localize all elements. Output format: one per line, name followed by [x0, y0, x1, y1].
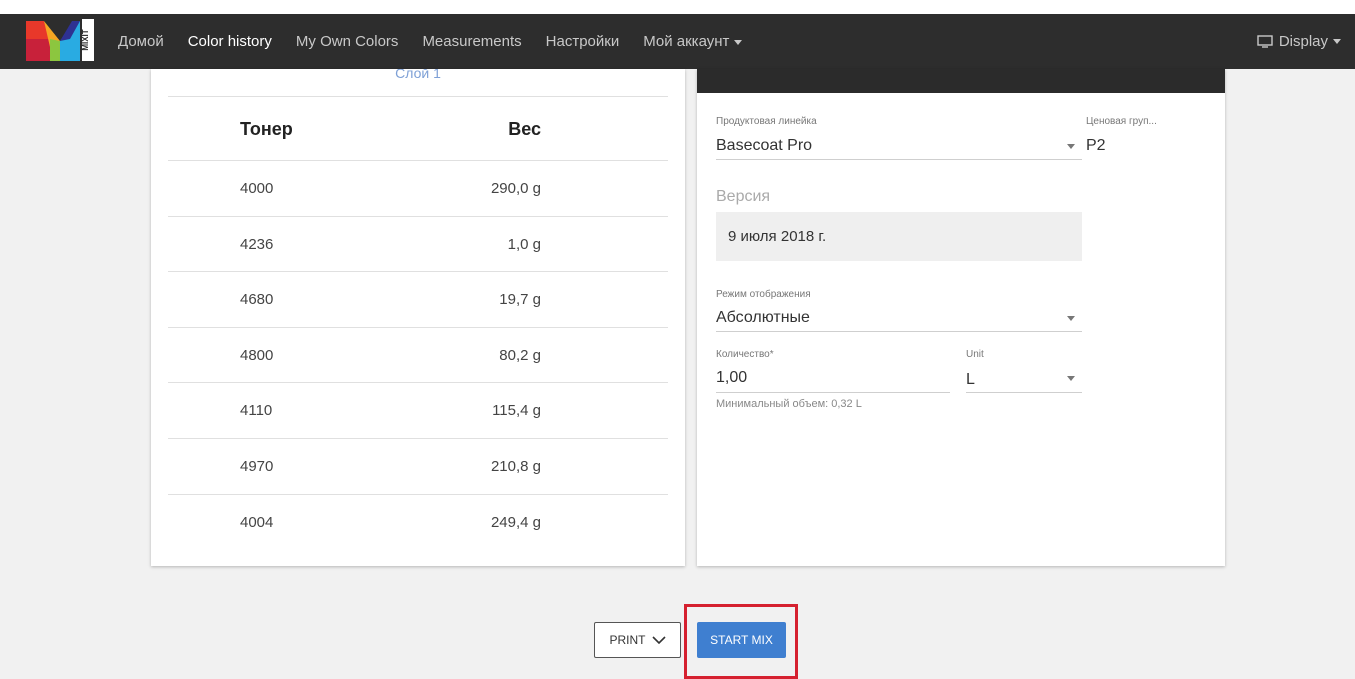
mixit-logo[interactable]: MIXIT: [26, 17, 94, 63]
table-row: 4236 1,0 g: [168, 217, 668, 273]
print-button[interactable]: PRINT: [594, 622, 681, 658]
field-underline: [966, 392, 1082, 393]
display-menu[interactable]: Display: [1257, 14, 1341, 69]
product-line-value: Basecoat Pro: [716, 137, 813, 154]
table-row: 4680 19,7 g: [168, 272, 668, 328]
nav-menu: Домой Color history My Own Colors Measur…: [118, 14, 766, 69]
toner-cell: 4970: [240, 457, 274, 475]
logo-text: MIXIT: [81, 29, 90, 50]
toner-table: Тонер Вес 4000 290,0 g 4236 1,0 g 4680 1…: [168, 96, 668, 550]
weight-cell: 80,2 g: [499, 346, 541, 364]
quantity-value: 1,00: [716, 369, 748, 386]
version-value: 9 июля 2018 г.: [728, 228, 827, 245]
display-mode-label: Режим отображения: [716, 289, 811, 300]
nav-item-home[interactable]: Домой: [118, 33, 164, 50]
top-banner-strip: [0, 0, 1355, 14]
nav-item-measurements[interactable]: Measurements: [422, 33, 521, 50]
table-row: 4004 249,4 g: [168, 495, 668, 551]
chevron-down-icon: [651, 636, 666, 644]
weight-cell: 249,4 g: [490, 513, 541, 531]
nav-item-settings[interactable]: Настройки: [546, 33, 620, 50]
price-group-value: P2: [1086, 137, 1106, 154]
chevron-down-icon: [1067, 376, 1075, 381]
weight-cell: 290,0 g: [490, 180, 541, 197]
column-header-toner: Тонер: [240, 119, 293, 139]
unit-value: L: [966, 371, 975, 388]
weight-cell: 19,7 g: [499, 291, 541, 309]
quantity-label: Количество*: [716, 349, 774, 360]
unit-label: Unit: [966, 349, 984, 360]
toner-cell: 4000: [240, 180, 274, 197]
toner-cell: 4800: [240, 346, 274, 364]
field-underline: [716, 392, 950, 393]
table-row: 4000 290,0 g: [168, 161, 668, 217]
nav-item-my-account[interactable]: Мой аккаунт: [643, 33, 743, 50]
display-label: Display: [1278, 33, 1328, 50]
color-swatch-header: [697, 69, 1225, 93]
table-row: 4800 80,2 g: [168, 328, 668, 384]
my-account-label: Мой аккаунт: [643, 33, 730, 50]
weight-cell: 115,4 g: [492, 402, 541, 420]
toner-cell: 4110: [240, 402, 273, 420]
weight-cell: 1,0 g: [507, 235, 541, 253]
version-field[interactable]: 9 июля 2018 г.: [716, 212, 1082, 261]
version-title: Версия: [716, 188, 771, 205]
table-row: 4110 115,4 g: [168, 383, 668, 439]
table-header: Тонер Вес: [168, 96, 668, 161]
layer-label[interactable]: Слой 1: [151, 69, 685, 96]
top-navbar: MIXIT Домой Color history My Own Colors …: [0, 14, 1355, 69]
column-header-weight: Вес: [508, 119, 541, 139]
settings-card: Продуктовая линейка Basecoat Pro Ценовая…: [697, 69, 1225, 566]
field-underline: [716, 331, 1082, 332]
start-mix-label: START MIX: [710, 633, 773, 647]
table-row: 4970 210,8 g: [168, 439, 668, 495]
min-volume-hint: Минимальный объем: 0,32 L: [716, 398, 862, 410]
print-label: PRINT: [609, 633, 646, 647]
toner-cell: 4236: [240, 235, 274, 253]
chevron-down-icon: [1333, 39, 1341, 44]
monitor-icon: [1257, 35, 1273, 48]
price-group-label: Ценовая груп...: [1086, 116, 1157, 127]
nav-item-my-own-colors[interactable]: My Own Colors: [296, 33, 399, 50]
product-line-label: Продуктовая линейка: [716, 116, 817, 127]
chevron-down-icon: [1067, 144, 1075, 149]
toner-cell: 4004: [240, 513, 274, 531]
chevron-down-icon: [1067, 316, 1075, 321]
field-underline: [716, 159, 1082, 160]
chevron-down-icon: [734, 39, 743, 45]
start-mix-button[interactable]: START MIX: [697, 622, 786, 658]
nav-item-color-history[interactable]: Color history: [188, 33, 272, 50]
weight-cell: 210,8 g: [490, 457, 541, 475]
toner-cell: 4680: [240, 291, 274, 309]
formula-card: Слой 1 Тонер Вес 4000 290,0 g 4236 1,0 g…: [151, 69, 685, 566]
display-mode-value: Абсолютные: [716, 309, 810, 326]
